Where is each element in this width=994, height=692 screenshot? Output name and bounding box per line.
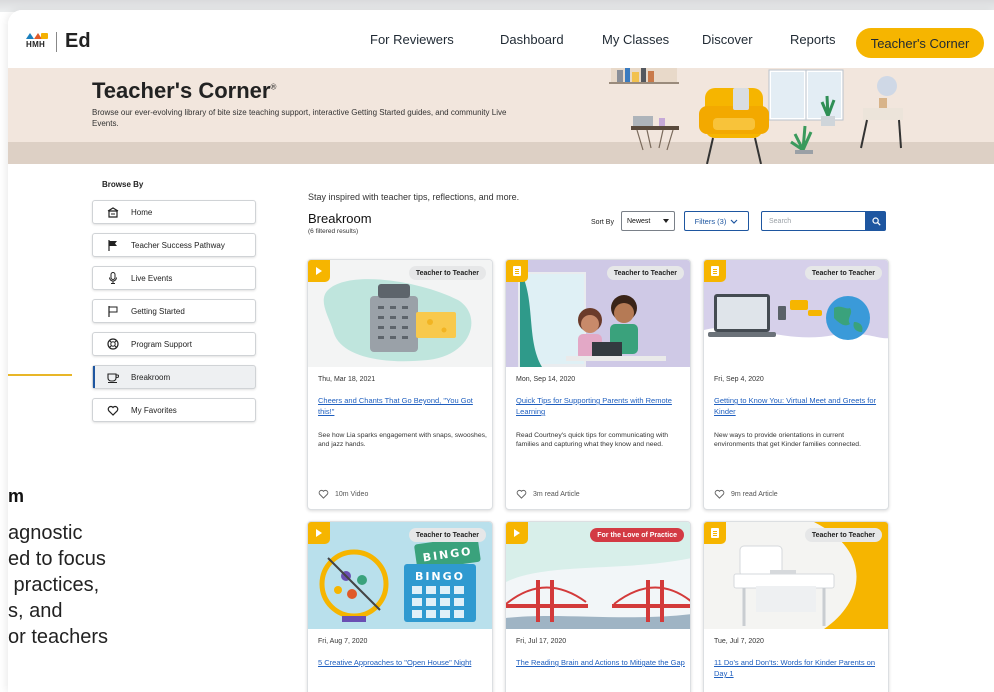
card-date: Thu, Mar 18, 2021 [318,376,376,383]
coffee-cup-icon [103,372,123,383]
heart-icon [103,405,123,416]
card-description: Read Courtney's quick tips for communica… [516,432,669,448]
card-title-link[interactable]: 5 Creative Approaches to "Open House" Ni… [318,657,488,668]
sidebar-item-label: Breakroom [131,372,171,382]
card-description: New ways to provide orientations in curr… [714,432,861,448]
category-tag: Teacher to Teacher [408,266,486,280]
lifebuoy-icon [103,338,123,350]
sidebar-item-my-favorites[interactable]: My Favorites [92,398,256,422]
card-meta: 3m read Article [533,490,580,498]
document-icon [711,266,719,276]
microphone-icon [103,272,123,284]
video-badge [308,260,330,282]
card-meta: 9m read Article [731,490,778,498]
browse-by-heading: Browse By [102,180,144,189]
favorite-heart-icon[interactable] [714,489,725,499]
favorite-heart-icon[interactable] [516,489,527,499]
favorite-heart-icon[interactable] [318,489,329,499]
nav-for-reviewers[interactable]: For Reviewers [370,32,454,47]
section-tagline: Stay inspired with teacher tips, reflect… [308,192,520,202]
home-icon [103,206,123,218]
card-description: See how Lia sparks engagement with snaps… [318,432,487,448]
card-title-link[interactable]: Getting to Know You: Virtual Meet and Gr… [714,395,884,417]
main-nav: For Reviewers Dashboard My Classes Disco… [8,32,994,52]
card-title-link[interactable]: Cheers and Chants That Go Beyond, "You G… [318,395,488,417]
document-icon [513,266,521,276]
content-card[interactable]: Teacher to Teacher Mon, Sep 14, 2020 Qui… [505,259,691,510]
app-window: HMH Ed For Reviewers Dashboard My Classe… [8,10,994,692]
sidebar-item-label: Getting Started [131,306,185,316]
category-tag: Teacher to Teacher [408,528,486,542]
top-header: HMH Ed For Reviewers Dashboard My Classe… [8,10,994,68]
sidebar-item-home[interactable]: Home [92,200,256,224]
left-partial-heading: m [8,486,25,506]
nav-discover[interactable]: Discover [702,32,753,47]
hero-banner: Teacher's Corner® Browse our ever-evolvi… [8,68,994,164]
sidebar-item-label: My Favorites [131,405,177,415]
flag-outline-icon [103,305,123,317]
card-meta: 10m Video [335,490,369,498]
nav-dashboard[interactable]: Dashboard [500,32,564,47]
sidebar-item-label: Teacher Success Pathway [131,240,225,250]
sidebar-item-label: Live Events [131,273,173,283]
sidebar-item-breakroom[interactable]: Breakroom [92,365,256,389]
left-partial-body: agnostic ed to focus practices, s, and o… [8,522,109,648]
card-footer: 10m Video [318,489,368,499]
chevron-down-icon [730,219,738,224]
card-date: Tue, Jul 7, 2020 [714,638,764,645]
search-button[interactable] [866,211,886,231]
sort-select[interactable]: Newest [621,211,675,231]
content-card[interactable]: Teacher to Teacher Thu, Mar 18, 2021 Che… [307,259,493,510]
category-tag: Teacher to Teacher [804,266,882,280]
card-title-link[interactable]: 11 Do's and Don'ts: Words for Kinder Par… [714,657,884,679]
flag-filled-icon [103,239,123,251]
content-card[interactable]: For the Love of Practice Fri, Jul 17, 20… [505,521,691,692]
play-icon [316,267,322,275]
card-footer: 3m read Article [516,489,580,499]
article-badge [704,260,726,282]
card-footer: 9m read Article [714,489,778,499]
video-badge [506,522,528,544]
caret-down-icon [663,219,669,223]
page-title: Teacher's Corner® [92,78,277,103]
content-card[interactable]: Teacher to Teacher Fri, Sep 4, 2020 Gett… [703,259,889,510]
article-badge [506,260,528,282]
content-card[interactable]: Teacher to Teacher Tue, Jul 7, 2020 11 D… [703,521,889,692]
sidebar-item-teacher-success-pathway[interactable]: Teacher Success Pathway [92,233,256,257]
card-date: Mon, Sep 14, 2020 [516,376,576,383]
sidebar-item-live-events[interactable]: Live Events [92,266,256,290]
category-tag: Teacher to Teacher [804,528,882,542]
card-date: Fri, Aug 7, 2020 [318,638,368,645]
sidebar-item-label: Home [131,207,153,217]
nav-reports[interactable]: Reports [790,32,836,47]
card-title-link[interactable]: The Reading Brain and Actions to Mitigat… [516,657,686,668]
sidebar-item-getting-started[interactable]: Getting Started [92,299,256,323]
sidebar-item-program-support[interactable]: Program Support [92,332,256,356]
nav-teachers-corner[interactable]: Teacher's Corner [856,28,984,58]
section-title: Breakroom [308,211,372,226]
article-badge [704,522,726,544]
category-tag: For the Love of Practice [590,528,684,542]
card-title-link[interactable]: Quick Tips for Supporting Parents with R… [516,395,686,417]
play-icon [316,529,322,537]
play-icon [514,529,520,537]
nav-my-classes[interactable]: My Classes [602,32,669,47]
page-subtitle: Browse our ever-evolving library of bite… [92,108,507,128]
category-tag: Teacher to Teacher [606,266,684,280]
left-accent-line [8,374,72,376]
card-date: Fri, Jul 17, 2020 [516,638,567,645]
card-date: Fri, Sep 4, 2020 [714,376,764,383]
content-card[interactable]: BINGO BINGO Teacher to Teacher Fri, Aug … [307,521,493,692]
search-icon [871,216,881,226]
bingo-word: BINGO [415,570,465,583]
filters-button[interactable]: Filters (3) [684,211,749,231]
sort-by-label: Sort By [591,219,614,226]
hero-illustration [609,68,903,164]
document-icon [711,528,719,538]
sidebar-item-label: Program Support [131,339,192,349]
search-input[interactable]: Search [761,211,866,231]
video-badge [308,522,330,544]
results-count: (6 filtered results) [308,228,359,235]
